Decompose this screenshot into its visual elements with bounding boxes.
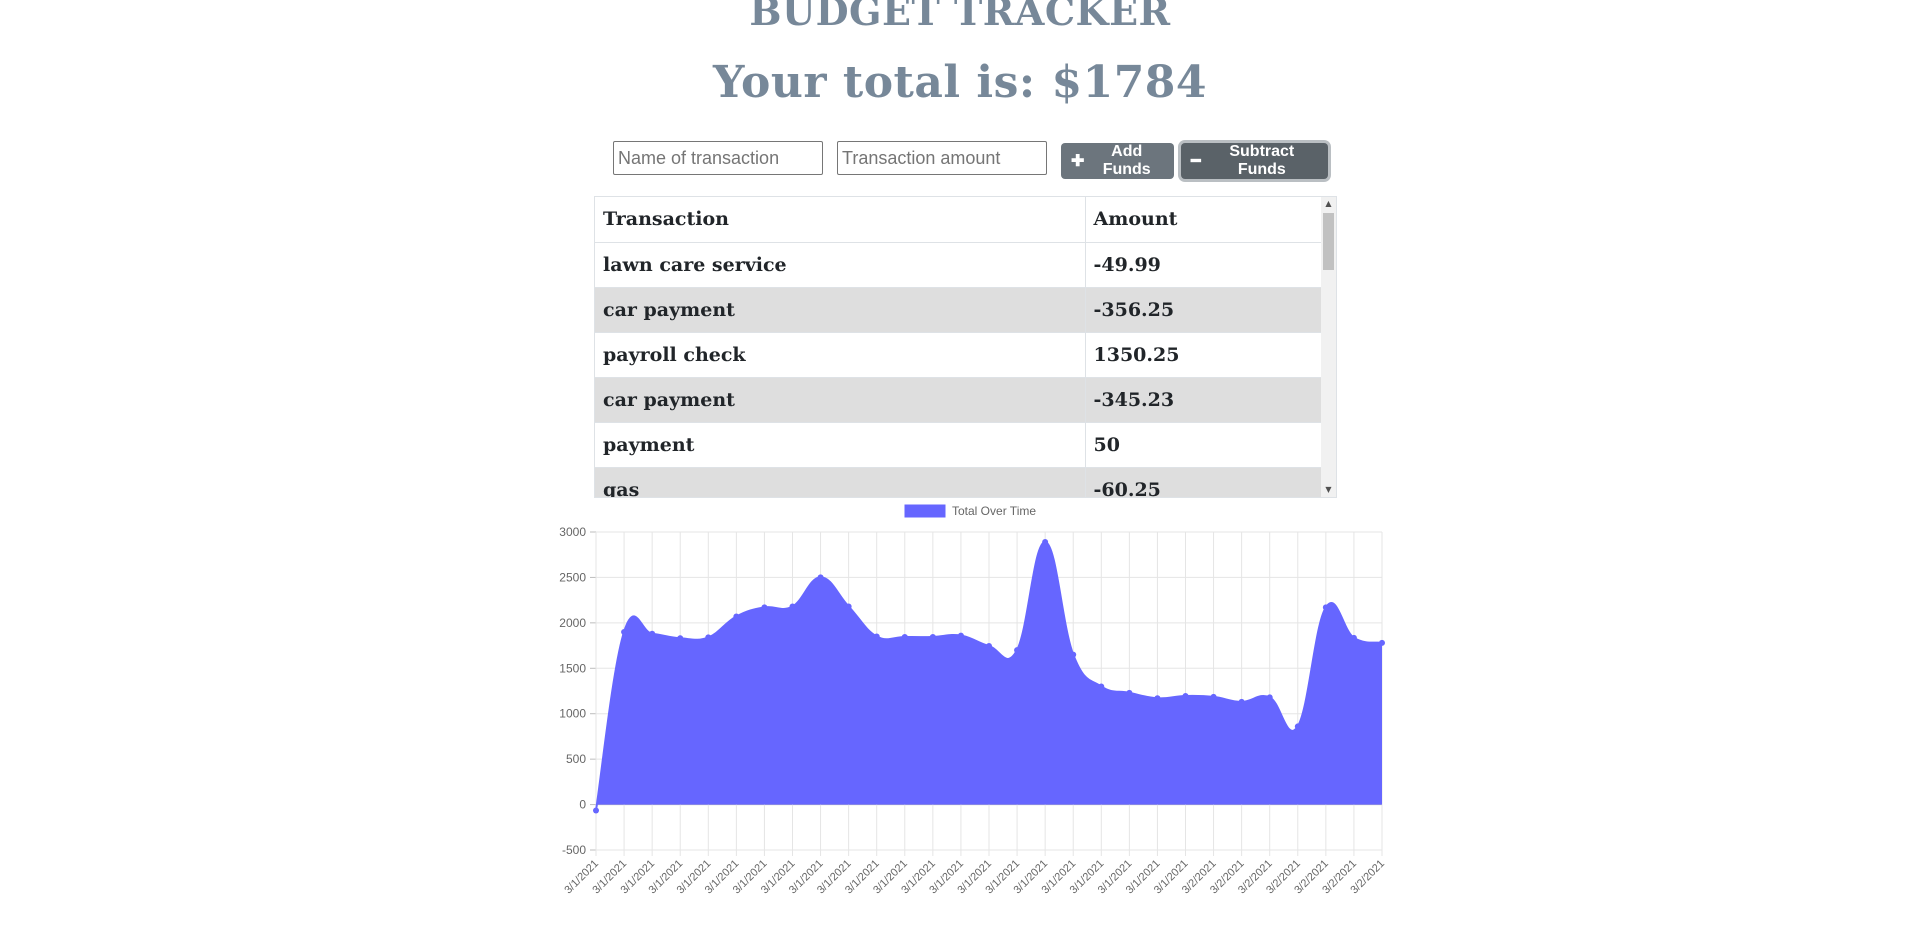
data-point [873,633,880,640]
table-row: payroll check 1350.25 [595,332,1323,378]
transaction-name: car payment [595,377,1086,423]
total-prefix: Your total is: $ [712,57,1083,108]
data-point [1350,634,1357,641]
transactions-table: Transaction Amount lawn care service -49.… [595,197,1323,497]
scroll-up-icon[interactable]: ▲ [1321,197,1336,211]
data-point [1379,639,1385,646]
data-point [901,633,908,640]
table-row: payment 50 [595,422,1323,468]
transaction-amount: 1350.25 [1085,332,1323,378]
data-point [1294,723,1301,730]
transaction-name-input[interactable] [613,141,823,175]
table-row: car payment -356.25 [595,287,1323,333]
minus-icon: ━ [1191,153,1201,170]
add-funds-label: Add Funds [1102,143,1151,178]
table-header-row: Transaction Amount [595,197,1323,243]
data-point [957,632,964,639]
data-point [817,574,824,581]
data-point [1098,683,1105,690]
table-row: car payment -345.23 [595,377,1323,423]
header-amount: Amount [1085,197,1323,243]
data-point [1182,692,1189,699]
data-point [705,634,712,641]
transaction-name: car payment [595,287,1086,333]
data-point [789,603,796,610]
table-row: lawn care service -49.99 [595,242,1323,288]
subtract-funds-button[interactable]: ━ Subtract Funds [1181,143,1328,179]
subtract-funds-label: Subtract Funds [1229,143,1295,178]
scroll-thumb[interactable] [1323,213,1334,270]
data-point [649,630,656,637]
plus-icon: ✚ [1071,153,1085,170]
scroll-down-icon[interactable]: ▼ [1321,483,1336,497]
app-title: BUDGET TRACKER [749,0,1171,34]
transaction-amount: -49.99 [1085,242,1323,288]
total-over-time-chart: Total Over Time 3000 2500 2000 1500 1000 500 0 -… [559,504,1387,896]
data-point [621,628,628,635]
y-tick-label: 500 [566,752,586,766]
data-point [1210,693,1217,700]
data-point [593,807,599,814]
transaction-amount: -60.25 [1085,467,1323,497]
total-heading: Your total is: $1784 [0,55,1920,111]
transaction-amount: 50 [1085,422,1323,468]
data-point [929,633,936,640]
transaction-name: payment [595,422,1086,468]
transaction-name: gas [595,467,1086,497]
transaction-amount-input[interactable] [837,141,1047,175]
legend-label: Total Over Time [952,504,1036,518]
y-tick-label: 2500 [559,570,586,584]
y-tick-label: 0 [579,798,586,812]
header-transaction: Transaction [595,197,1086,243]
data-point [1266,694,1273,701]
transaction-name: lawn care service [595,242,1086,288]
data-point [677,635,684,642]
data-point [845,603,852,610]
data-point [1126,689,1133,696]
y-tick-label: 2000 [559,616,586,630]
legend-swatch [904,504,946,518]
data-point [1154,695,1161,702]
data-point [1042,538,1049,545]
transactions-table-container[interactable]: Transaction Amount lawn care service -49.… [594,196,1337,498]
table-scrollbar[interactable]: ▲ ▼ [1321,197,1336,497]
transaction-amount: -345.23 [1085,377,1323,423]
add-funds-button[interactable]: ✚ Add Funds [1061,143,1174,179]
y-tick-label: 1000 [559,707,586,721]
transaction-name: payroll check [595,332,1086,378]
data-point [733,613,740,620]
data-point [761,604,768,611]
transaction-amount: -356.25 [1085,287,1323,333]
y-tick-label: 3000 [559,525,586,539]
total-value: 1784 [1082,57,1208,108]
data-point [1238,698,1245,705]
table-row: gas -60.25 [595,467,1323,497]
y-tick-label: 1500 [559,661,586,675]
data-point [986,643,992,650]
data-point [1322,604,1329,611]
data-point [1014,647,1021,654]
y-tick-label: -500 [562,843,586,857]
data-point [1070,651,1077,658]
